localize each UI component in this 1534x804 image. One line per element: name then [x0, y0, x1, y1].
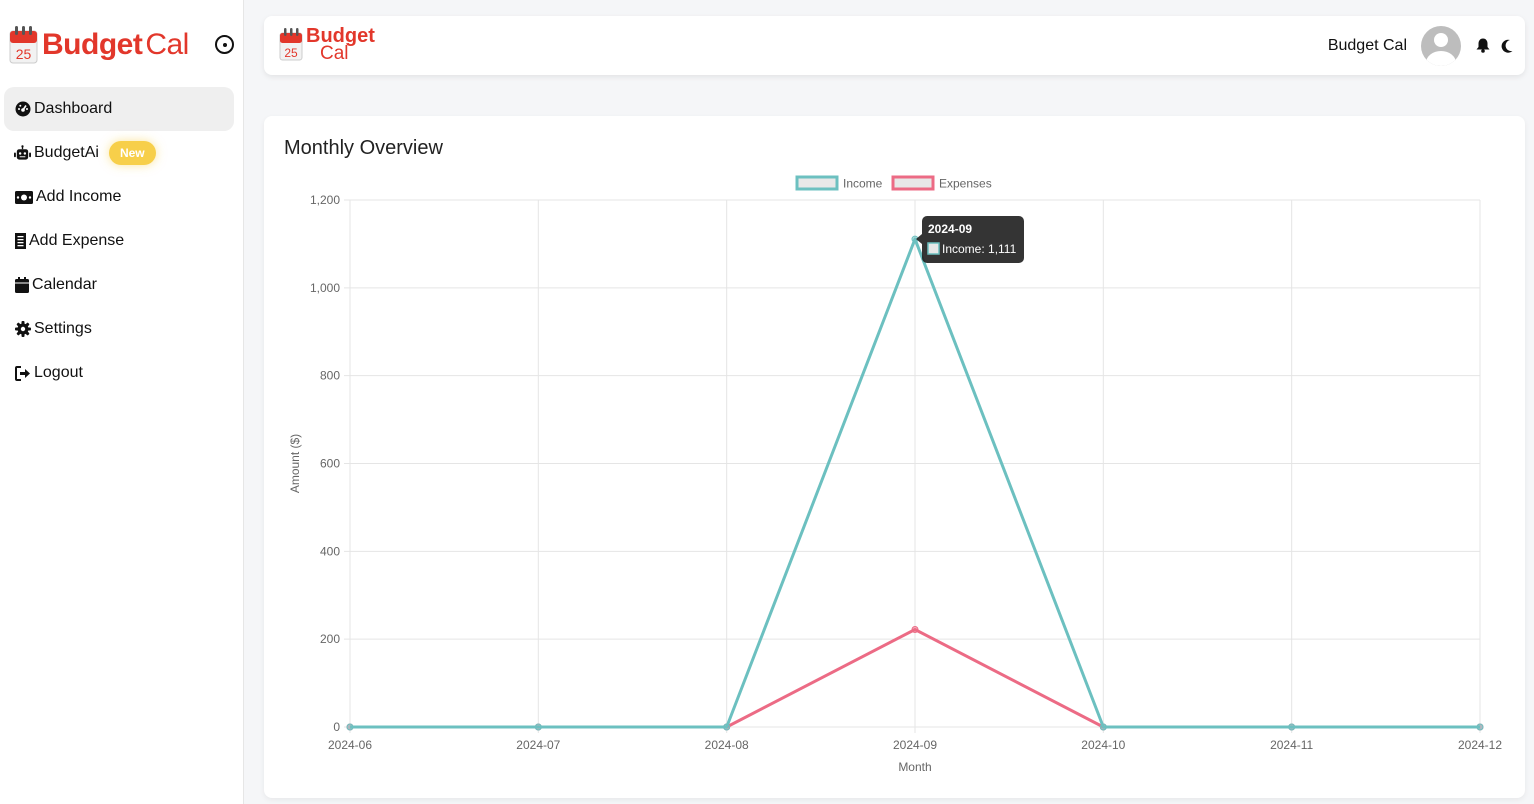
x-tick-label: 2024-09 [893, 738, 937, 752]
income-point [1476, 723, 1484, 731]
sidebar: 25 Budget Cal Dashboard BudgetAi New Add … [0, 0, 244, 804]
tooltip-label: Income: 1,111 [942, 242, 1017, 256]
sidebar-item-calendar[interactable]: Calendar [4, 263, 234, 307]
legend-label-income: Income [843, 177, 883, 191]
x-tick-label: 2024-10 [1081, 738, 1125, 752]
robot-icon [14, 145, 31, 162]
brand-name-bold: Budget [42, 28, 143, 61]
gear-icon [14, 321, 31, 338]
calendar-icon [14, 277, 29, 294]
expenses-point [911, 626, 919, 634]
sidebar-item-label: Logout [34, 364, 83, 381]
svg-text:25: 25 [16, 46, 32, 62]
header-brand-logo[interactable]: 25 Budget Cal [279, 26, 375, 65]
sidebar-item-dashboard[interactable]: Dashboard [4, 87, 234, 131]
y-tick-label: 200 [320, 632, 340, 646]
svg-text:25: 25 [284, 46, 298, 60]
legend-swatch-expenses [891, 175, 935, 191]
x-tick-label: 2024-07 [516, 738, 560, 752]
x-tick-label: 2024-11 [1270, 738, 1313, 752]
income-point [346, 723, 354, 731]
y-tick-label: 800 [320, 369, 340, 383]
new-badge: New [108, 141, 156, 165]
x-axis-label: Month [898, 760, 931, 774]
sidebar-item-label: Add Expense [29, 232, 125, 249]
brand-name: Budget Cal [42, 28, 189, 62]
header-user-area: Budget Cal [1328, 16, 1525, 75]
moon-icon[interactable] [1499, 38, 1515, 54]
calendar-logo-icon: 25 [279, 28, 303, 61]
income-point [1288, 723, 1296, 731]
income-point [1099, 723, 1107, 731]
x-tick-label: 2024-06 [328, 738, 372, 752]
sidebar-item-add-expense[interactable]: Add Expense [4, 219, 234, 263]
header-brand-name: Budget Cal [306, 26, 375, 64]
username: Budget Cal [1327, 36, 1407, 54]
y-tick-label: 0 [333, 720, 340, 734]
tooltip-title: 2024-09 [928, 222, 972, 236]
gauge-icon [14, 101, 31, 118]
sidebar-item-add-income[interactable]: Add Income [4, 175, 234, 219]
sidebar-item-label: Add Income [36, 188, 122, 205]
money-bill-icon [14, 189, 33, 206]
legend-swatch-income [795, 175, 839, 191]
sidebar-item-budgetai[interactable]: BudgetAi New [4, 131, 234, 175]
sidebar-item-logout[interactable]: Logout [4, 351, 234, 395]
sidebar-item-label: Dashboard [34, 100, 113, 117]
sidebar-item-label: Calendar [32, 276, 97, 293]
bell-icon[interactable] [1475, 38, 1491, 54]
calendar-logo-icon: 25 [9, 26, 38, 64]
sidebar-brand-logo[interactable]: 25 Budget Cal [9, 23, 189, 67]
sidebar-item-label: BudgetAi [34, 144, 99, 161]
x-tick-label: 2024-12 [1458, 738, 1502, 752]
tooltip-swatch [927, 242, 940, 255]
income-point [723, 723, 731, 731]
y-axis-label: Amount ($) [288, 434, 302, 493]
sidebar-nav: Dashboard BudgetAi New Add Income Add Ex… [4, 87, 234, 395]
y-tick-label: 400 [320, 544, 340, 558]
receipt-icon [14, 233, 26, 250]
y-tick-label: 1,000 [310, 281, 340, 295]
legend-label-expenses: Expenses [939, 177, 992, 191]
top-header: 25 Budget Cal Budget Cal [264, 16, 1525, 75]
avatar[interactable] [1421, 25, 1461, 66]
monthly-overview-card: Monthly Overview 0 200 400 600 800 1,000 1,200… [264, 116, 1525, 798]
sidebar-item-settings[interactable]: Settings [4, 307, 234, 351]
logout-icon [14, 365, 31, 382]
sidebar-item-label: Settings [34, 320, 92, 337]
y-tick-label: 600 [320, 457, 340, 471]
brand-line2: Cal [320, 43, 349, 64]
y-tick-label: 1,200 [310, 193, 340, 207]
x-tick-label: 2024-08 [705, 738, 749, 752]
sidebar-toggle-button[interactable] [215, 35, 234, 54]
income-point [534, 723, 542, 731]
monthly-overview-chart: 0 200 400 600 800 1,000 1,200 2024-06 2024-07 20… [288, 175, 1502, 774]
brand-name-light: Cal [145, 28, 189, 61]
